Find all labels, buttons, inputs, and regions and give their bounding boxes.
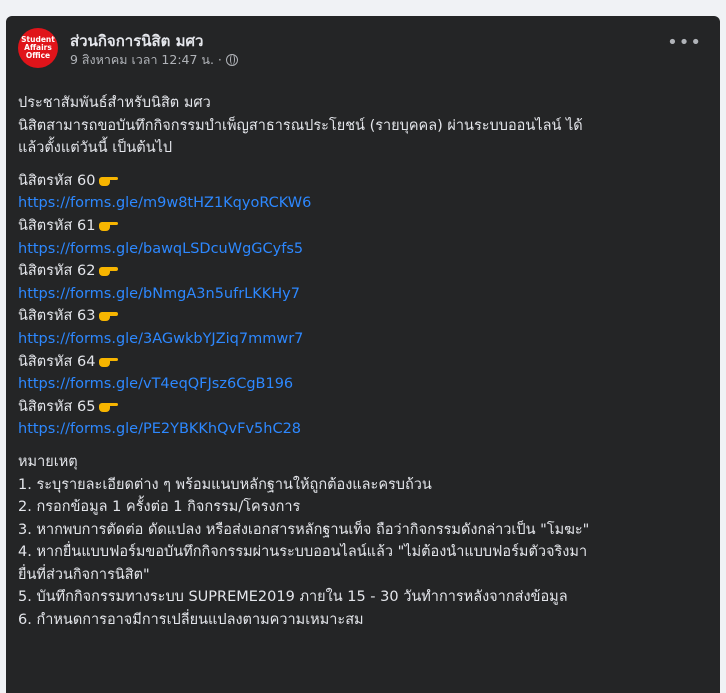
pointing-hand-icon bbox=[99, 172, 119, 186]
pointing-hand-icon bbox=[99, 353, 119, 367]
form-link[interactable]: https://forms.gle/bawqLSDcuWgGCyfs5 bbox=[18, 238, 712, 261]
group-label: นิสิตรหัส 60 bbox=[18, 170, 712, 193]
form-link[interactable]: https://forms.gle/3AGwkbYJZiq7mmwr7 bbox=[18, 328, 712, 351]
timestamp-link[interactable]: 9 สิงหาคม เวลา 12:47 น. · bbox=[70, 50, 222, 70]
group-label-text: นิสิตรหัส 65 bbox=[18, 398, 96, 415]
group-label: นิสิตรหัส 62 bbox=[18, 260, 712, 283]
page-background bbox=[0, 0, 726, 16]
post-header: Student Affairs Office ส่วนกิจการนิสิต ม… bbox=[18, 28, 708, 72]
group-label: นิสิตรหัส 65 bbox=[18, 396, 712, 419]
form-link[interactable]: https://forms.gle/bNmgA3n5ufrLKKHy7 bbox=[18, 283, 712, 306]
form-link[interactable]: https://forms.gle/PE2YBKKhQvFv5hC28 bbox=[18, 418, 712, 441]
avatar-text: Office bbox=[25, 51, 51, 60]
note-line: 1. ระบุรายละเอียดต่าง ๆ พร้อมแนบหลักฐานใ… bbox=[18, 476, 432, 493]
group-label-text: นิสิตรหัส 64 bbox=[18, 353, 96, 370]
group-label-text: นิสิตรหัส 62 bbox=[18, 263, 96, 280]
pointing-hand-icon bbox=[99, 398, 119, 412]
post-card: Student Affairs Office ส่วนกิจการนิสิต ม… bbox=[6, 16, 720, 693]
note-line: ยื่นที่ส่วนกิจการนิสิต" bbox=[18, 566, 150, 583]
pointing-hand-icon bbox=[99, 307, 119, 322]
intro-line: แล้วตั้งแต่วันนี้ เป็นต้นไป bbox=[18, 140, 173, 157]
note-line: 2. กรอกข้อมูล 1 ครั้งต่อ 1 กิจกรรม/โครงก… bbox=[18, 499, 301, 516]
note-line: 5. บันทึกกิจกรรมทางระบบ SUPREME2019 ภายใ… bbox=[18, 589, 568, 606]
note-line: 3. หากพบการตัดต่อ ดัดแปลง หรือส่งเอกสารห… bbox=[18, 521, 590, 538]
intro-line: ประชาสัมพันธ์สำหรับนิสิต มศว bbox=[18, 95, 211, 111]
group-label-text: นิสิตรหัส 61 bbox=[18, 217, 96, 234]
form-link[interactable]: https://forms.gle/m9w8tHZ1KqyoRCKW6 bbox=[18, 192, 712, 215]
globe-icon[interactable] bbox=[225, 54, 238, 66]
group-label: นิสิตรหัส 64 bbox=[18, 351, 712, 374]
group-label-text: นิสิตรหัส 60 bbox=[18, 172, 96, 189]
group-label-text: นิสิตรหัส 63 bbox=[18, 308, 96, 325]
post-text: ประชาสัมพันธ์สำหรับนิสิต มศว นิสิตสามารถ… bbox=[18, 92, 712, 632]
note-line: 4. หากยื่นแบบฟอร์มขอบันทึกกิจกรรมผ่านระบ… bbox=[18, 544, 588, 561]
note-line: 6. กำหนดการอาจมีการเปลี่ยนแปลงตามความเหม… bbox=[18, 612, 364, 629]
avatar[interactable]: Student Affairs Office bbox=[18, 28, 58, 68]
form-link[interactable]: https://forms.gle/vT4eqQFJsz6CgB196 bbox=[18, 373, 712, 396]
post-meta: 9 สิงหาคม เวลา 12:47 น. · bbox=[70, 50, 238, 70]
group-label: นิสิตรหัส 63 bbox=[18, 305, 712, 328]
pointing-hand-icon bbox=[99, 217, 119, 231]
intro-line: นิสิตสามารถขอบันทึกกิจกรรมบำเพ็ญสาธารณปร… bbox=[18, 117, 583, 134]
notes-title: หมายเหตุ bbox=[18, 453, 78, 470]
group-label: นิสิตรหัส 61 bbox=[18, 215, 712, 238]
pointing-hand-icon bbox=[99, 262, 119, 277]
more-options-button[interactable]: ••• bbox=[667, 32, 702, 53]
